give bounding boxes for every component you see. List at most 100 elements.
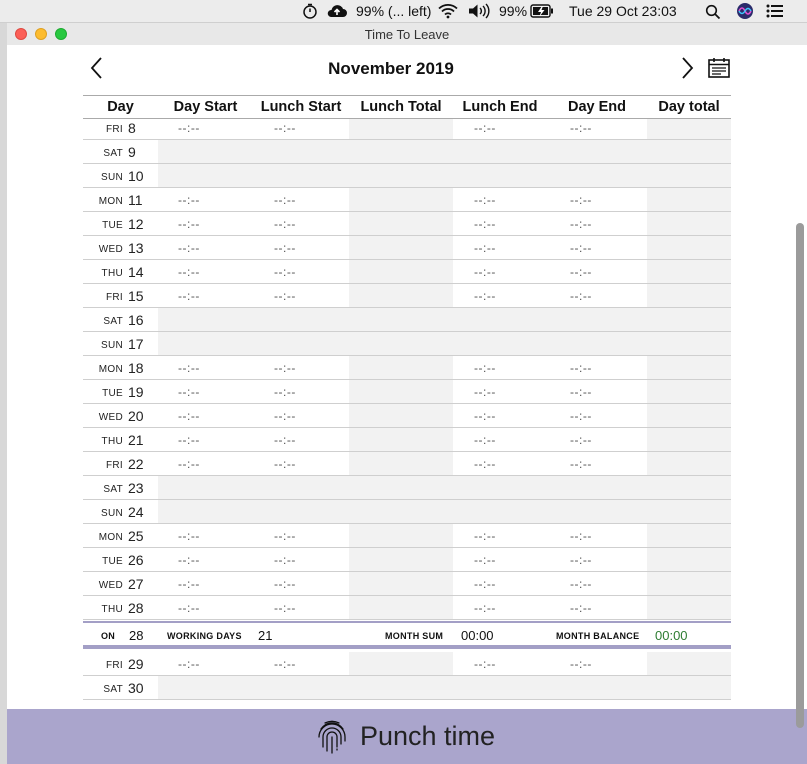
day-end-input[interactable]: --:-- xyxy=(570,289,592,303)
day-end-input[interactable]: --:-- xyxy=(570,217,592,231)
weekend-cell xyxy=(158,332,731,355)
lunch-end-input[interactable]: --:-- xyxy=(474,529,496,543)
day-start-input[interactable]: --:-- xyxy=(178,433,200,447)
day-row: TUE 19 --:-- --:-- --:-- --:-- xyxy=(83,380,731,404)
day-end-input[interactable]: --:-- xyxy=(570,553,592,567)
day-start-input[interactable]: --:-- xyxy=(178,457,200,471)
day-start-input[interactable]: --:-- xyxy=(178,529,200,543)
day-end-input[interactable]: --:-- xyxy=(570,529,592,543)
next-month-button[interactable] xyxy=(675,55,699,81)
lunch-end-input[interactable]: --:-- xyxy=(474,217,496,231)
weekday-label: WED xyxy=(98,580,123,591)
day-number: 28 xyxy=(128,600,144,616)
lunch-end-input[interactable]: --:-- xyxy=(474,193,496,207)
lunch-start-input[interactable]: --:-- xyxy=(274,193,296,207)
lunch-end-input[interactable]: --:-- xyxy=(474,241,496,255)
working-days-value: 21 xyxy=(258,628,273,643)
day-row: THU 28 --:-- --:-- --:-- --:-- xyxy=(83,596,731,620)
battery-charging-icon[interactable] xyxy=(530,4,554,18)
volume-icon[interactable] xyxy=(467,3,491,19)
lunch-end-input[interactable]: --:-- xyxy=(474,289,496,303)
day-start-input[interactable]: --:-- xyxy=(178,217,200,231)
day-start-input[interactable]: --:-- xyxy=(178,577,200,591)
lunch-start-input[interactable]: --:-- xyxy=(274,361,296,375)
lunch-end-input[interactable]: --:-- xyxy=(474,121,496,135)
day-start-input[interactable]: --:-- xyxy=(178,289,200,303)
day-end-input[interactable]: --:-- xyxy=(570,265,592,279)
day-start-input[interactable]: --:-- xyxy=(178,193,200,207)
menu-bar: 99% (... left) 99% Tue 29 Oct 23:03 xyxy=(0,0,807,23)
day-end-input[interactable]: --:-- xyxy=(570,657,592,671)
window-titlebar[interactable]: Time To Leave xyxy=(7,23,807,46)
month-title: November 2019 xyxy=(328,59,454,78)
timer-icon[interactable] xyxy=(302,3,318,19)
lunch-end-input[interactable]: --:-- xyxy=(474,553,496,567)
weekend-cell xyxy=(158,308,731,331)
day-start-input[interactable]: --:-- xyxy=(178,553,200,567)
lunch-start-input[interactable]: --:-- xyxy=(274,657,296,671)
day-start-input[interactable]: --:-- xyxy=(178,265,200,279)
menubar-datetime[interactable]: Tue 29 Oct 23:03 xyxy=(569,3,677,19)
day-total-cell xyxy=(647,548,731,571)
lunch-start-input[interactable]: --:-- xyxy=(274,457,296,471)
lunch-start-input[interactable]: --:-- xyxy=(274,217,296,231)
day-end-input[interactable]: --:-- xyxy=(570,193,592,207)
lunch-total-cell xyxy=(349,548,453,571)
lunch-end-input[interactable]: --:-- xyxy=(474,657,496,671)
lunch-end-input[interactable]: --:-- xyxy=(474,265,496,279)
lunch-start-input[interactable]: --:-- xyxy=(274,121,296,135)
day-end-input[interactable]: --:-- xyxy=(570,241,592,255)
day-start-input[interactable]: --:-- xyxy=(178,657,200,671)
day-row: SAT 30 xyxy=(83,676,731,700)
lunch-start-input[interactable]: --:-- xyxy=(274,409,296,423)
weekday-label: SUN xyxy=(100,508,123,519)
day-end-input[interactable]: --:-- xyxy=(570,577,592,591)
lunch-start-input[interactable]: --:-- xyxy=(274,265,296,279)
day-row: SUN 10 xyxy=(83,164,731,188)
lunch-start-input[interactable]: --:-- xyxy=(274,601,296,615)
notification-center-icon[interactable] xyxy=(766,4,784,18)
day-row: WED 27 --:-- --:-- --:-- --:-- xyxy=(83,572,731,596)
spotlight-search-icon[interactable] xyxy=(705,4,721,20)
cloud-upload-icon[interactable] xyxy=(326,3,348,19)
day-end-input[interactable]: --:-- xyxy=(570,457,592,471)
lunch-end-input[interactable]: --:-- xyxy=(474,385,496,399)
weekday-label: WED xyxy=(98,412,123,423)
lunch-start-input[interactable]: --:-- xyxy=(274,289,296,303)
lunch-start-input[interactable]: --:-- xyxy=(274,433,296,447)
lunch-end-input[interactable]: --:-- xyxy=(474,361,496,375)
day-start-input[interactable]: --:-- xyxy=(178,409,200,423)
wifi-icon[interactable] xyxy=(438,3,458,19)
day-start-input[interactable]: --:-- xyxy=(178,601,200,615)
day-end-input[interactable]: --:-- xyxy=(570,121,592,135)
day-end-input[interactable]: --:-- xyxy=(570,409,592,423)
lunch-start-input[interactable]: --:-- xyxy=(274,385,296,399)
punch-time-button[interactable]: Punch time xyxy=(7,709,807,764)
day-end-input[interactable]: --:-- xyxy=(570,385,592,399)
day-number: 24 xyxy=(128,504,144,520)
day-start-input[interactable]: --:-- xyxy=(178,385,200,399)
day-start-input[interactable]: --:-- xyxy=(178,121,200,135)
day-end-input[interactable]: --:-- xyxy=(570,361,592,375)
lunch-end-input[interactable]: --:-- xyxy=(474,457,496,471)
lunch-start-input[interactable]: --:-- xyxy=(274,553,296,567)
siri-icon[interactable] xyxy=(736,2,754,20)
lunch-total-cell xyxy=(349,284,453,307)
lunch-start-input[interactable]: --:-- xyxy=(274,529,296,543)
lunch-total-cell xyxy=(349,404,453,427)
lunch-end-input[interactable]: --:-- xyxy=(474,433,496,447)
day-row: WED 13 --:-- --:-- --:-- --:-- xyxy=(83,236,731,260)
lunch-start-input[interactable]: --:-- xyxy=(274,577,296,591)
day-start-input[interactable]: --:-- xyxy=(178,241,200,255)
vertical-scrollbar[interactable] xyxy=(796,223,804,728)
day-end-input[interactable]: --:-- xyxy=(570,601,592,615)
battery-app-text[interactable]: 99% (... left) xyxy=(356,3,431,19)
day-total-cell xyxy=(647,524,731,547)
lunch-end-input[interactable]: --:-- xyxy=(474,577,496,591)
lunch-start-input[interactable]: --:-- xyxy=(274,241,296,255)
day-start-input[interactable]: --:-- xyxy=(178,361,200,375)
lunch-end-input[interactable]: --:-- xyxy=(474,409,496,423)
lunch-end-input[interactable]: --:-- xyxy=(474,601,496,615)
go-to-today-button[interactable] xyxy=(707,57,731,79)
day-end-input[interactable]: --:-- xyxy=(570,433,592,447)
